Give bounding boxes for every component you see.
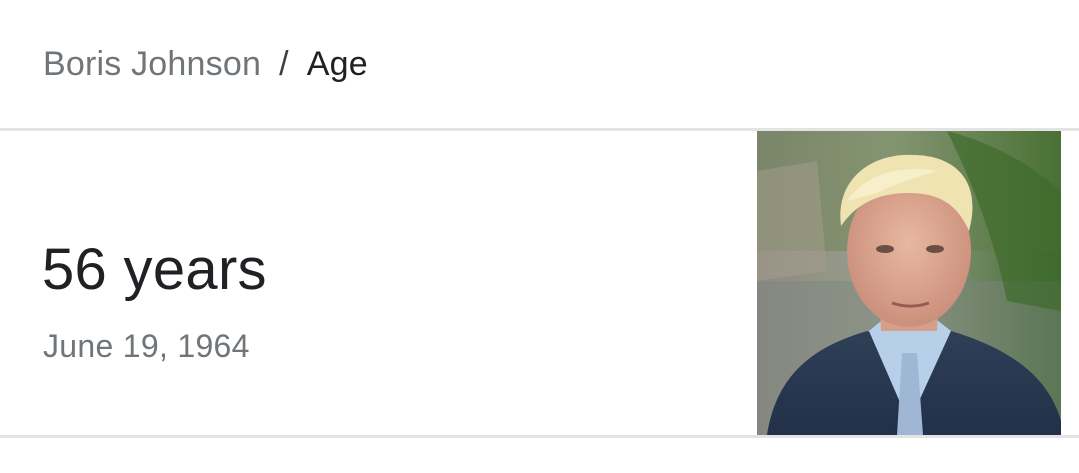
age-answer: 56 years [42,237,267,302]
person-photo[interactable] [757,131,1061,435]
birth-date: June 19, 1964 [43,328,250,364]
breadcrumb-parent-link[interactable]: Boris Johnson [43,45,261,84]
breadcrumb: Boris Johnson / Age [43,40,368,88]
breadcrumb-separator: / [279,44,289,83]
portrait-image [757,131,1061,435]
breadcrumb-current: Age [306,44,368,83]
knowledge-panel: Boris Johnson / Age 56 years June 19, 19… [0,0,1079,473]
bottom-divider [0,435,1079,438]
